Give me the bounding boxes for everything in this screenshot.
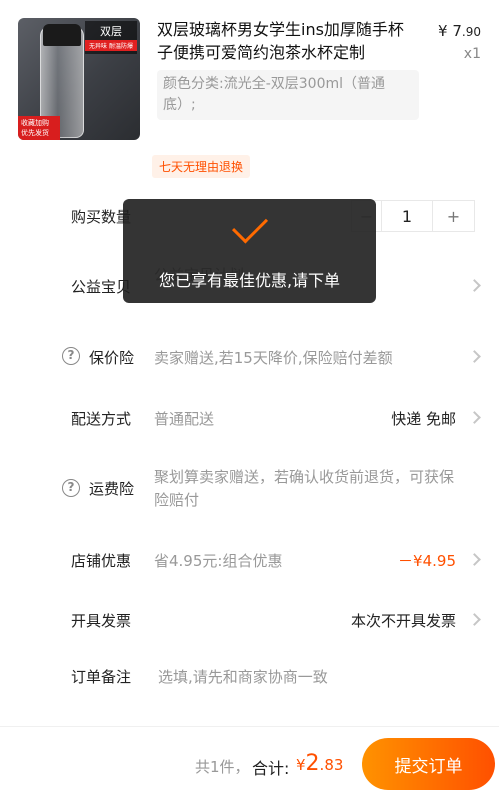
total-amount: ¥2.83	[296, 751, 343, 776]
increase-button[interactable]: +	[433, 200, 475, 232]
delivery-value: 普通配送	[154, 410, 215, 428]
invoice-label: 开具发票	[71, 612, 132, 630]
total-decimal: .83	[319, 756, 344, 774]
price-integer: 7	[452, 22, 462, 40]
price-protect-label: 保价险	[89, 349, 135, 367]
chevron-right-icon	[468, 279, 481, 292]
quantity-label: 购买数量	[71, 208, 132, 226]
delivery-method: 快递 免邮	[391, 410, 456, 428]
bottle-cap-image	[43, 24, 81, 46]
store-discount-value: 省4.95元:组合优惠	[154, 552, 283, 570]
chevron-right-icon	[468, 613, 481, 626]
thumbnail-promo-tag: 收藏加购 优先发货	[18, 116, 60, 140]
total-currency: ¥	[296, 756, 306, 774]
charity-label: 公益宝贝	[71, 278, 132, 296]
shipping-insurance-label: 运费险	[89, 480, 135, 498]
checkmark-icon	[231, 207, 269, 244]
toast-text: 您已享有最佳优惠,请下单	[158, 271, 341, 290]
toast-message: 您已享有最佳优惠,请下单	[123, 199, 376, 303]
product-price: ¥ 7.90	[438, 22, 481, 40]
product-quantity: x1	[463, 46, 481, 62]
item-count: 共1件，	[195, 758, 250, 776]
question-icon[interactable]: ?	[62, 479, 80, 497]
product-card[interactable]: 双层300ml 无异味 耐温防爆 收藏加购 优先发货 双层玻璃杯男女学生ins加…	[0, 0, 499, 150]
total-label: 合计:	[252, 759, 290, 778]
quantity-input[interactable]: 1	[381, 200, 433, 232]
question-icon[interactable]: ?	[62, 347, 80, 365]
thumbnail-feature-tag: 无异味 耐温防爆	[85, 40, 137, 51]
store-discount-label: 店铺优惠	[71, 552, 132, 570]
note-input[interactable]: 选填,请先和商家协商一致	[158, 666, 328, 687]
shipping-insurance-value: 聚划算卖家赠送，若确认收货前退货，可获保险赔付	[154, 468, 455, 509]
return-policy-badge: 七天无理由退换	[152, 155, 251, 178]
price-decimal: .90	[461, 25, 481, 39]
chevron-right-icon	[468, 553, 481, 566]
checkout-bar: 共1件， 合计: ¥2.83 提交订单	[0, 726, 499, 800]
store-discount-amount: －¥4.95	[398, 552, 456, 570]
note-label: 订单备注	[71, 668, 132, 686]
chevron-right-icon	[468, 411, 481, 424]
product-sku[interactable]: 颜色分类:流光全-双层300ml（普通底）;	[157, 70, 419, 120]
invoice-value: 本次不开具发票	[350, 612, 456, 630]
product-title[interactable]: 双层玻璃杯男女学生ins加厚随手杯子便携可爱简约泡茶水杯定制	[157, 18, 419, 64]
price-currency: ¥	[438, 22, 448, 40]
price-protect-value: 卖家赠送,若15天降价,保险赔付差额	[154, 349, 393, 367]
chevron-right-icon	[468, 350, 481, 363]
product-thumbnail[interactable]: 双层300ml 无异味 耐温防爆 收藏加购 优先发货	[18, 18, 140, 140]
delivery-label: 配送方式	[71, 410, 132, 428]
submit-order-button[interactable]: 提交订单	[362, 738, 495, 790]
total-integer: 2	[305, 751, 320, 776]
